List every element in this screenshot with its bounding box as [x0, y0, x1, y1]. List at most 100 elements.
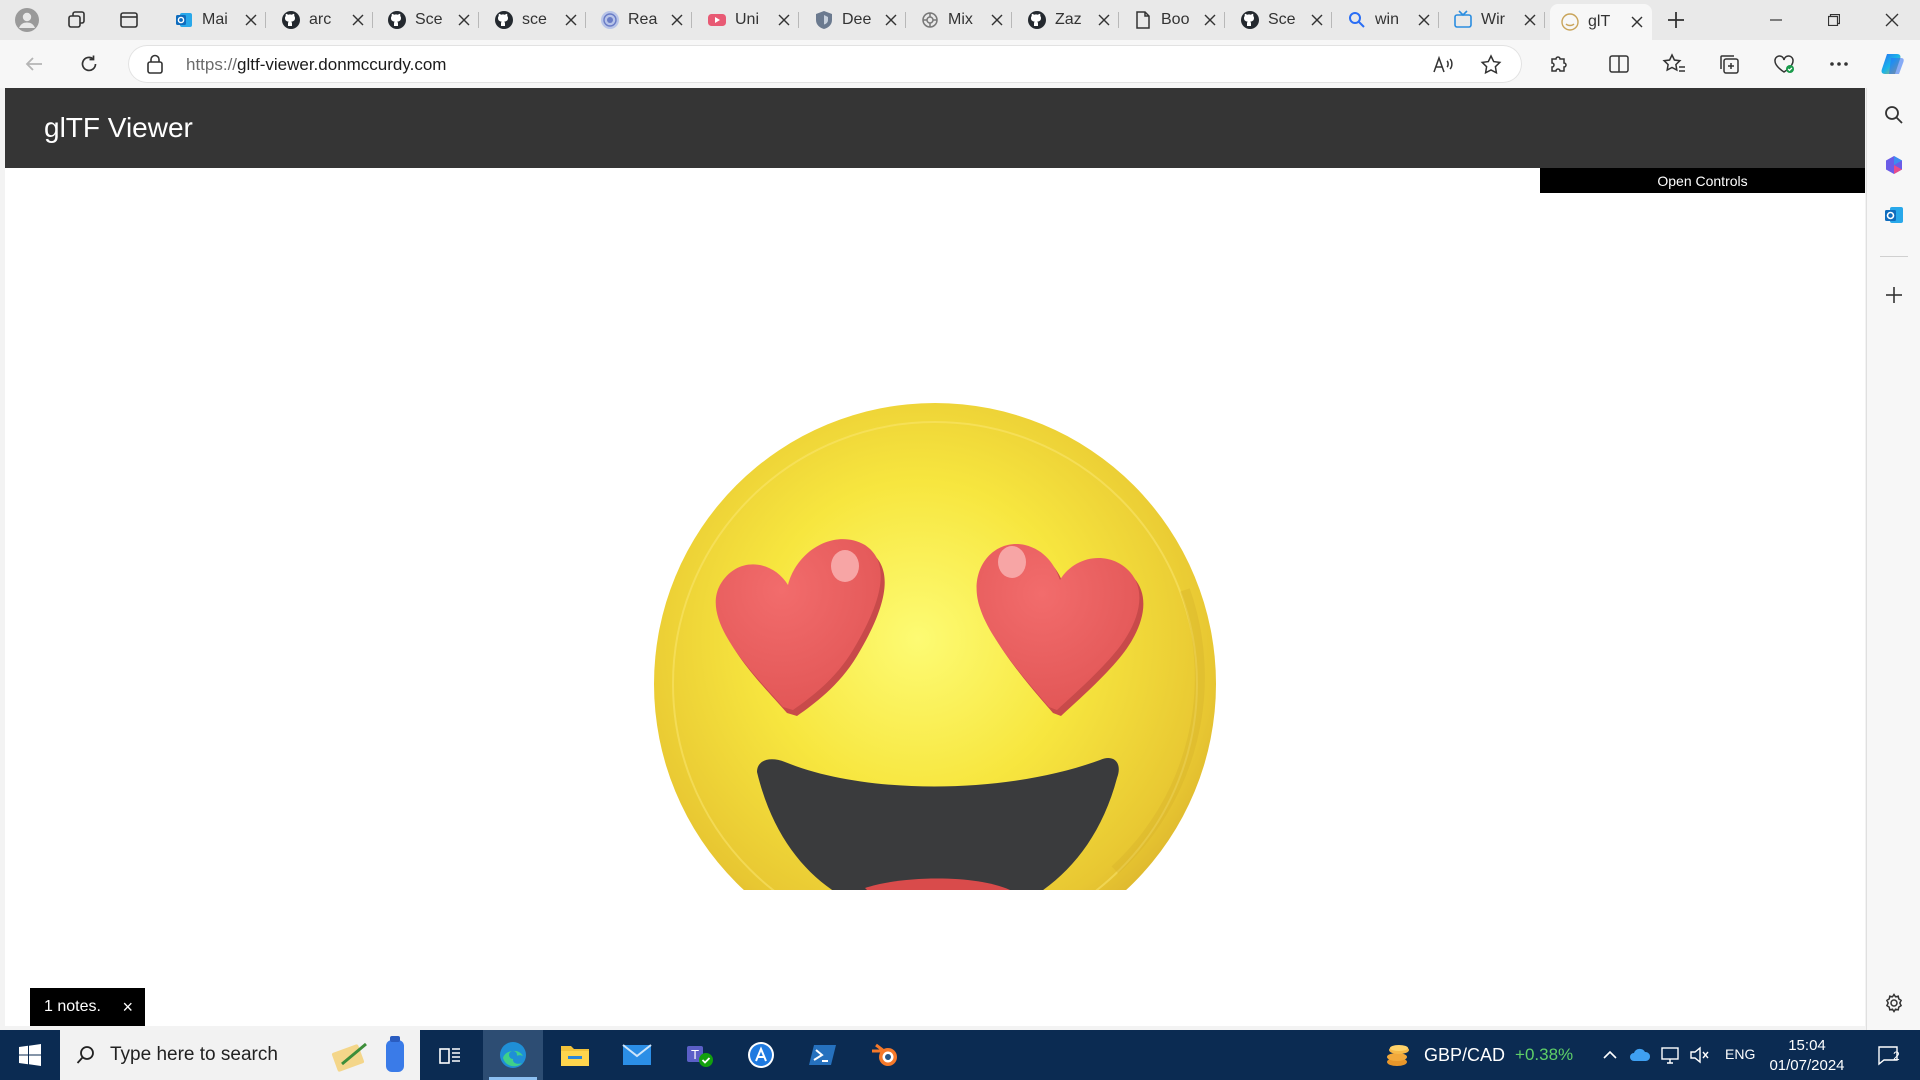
- browser-tab[interactable]: win: [1337, 4, 1439, 36]
- svg-text:T: T: [690, 1048, 699, 1062]
- tab-close-button[interactable]: [775, 11, 793, 29]
- taskbar-blender[interactable]: [855, 1030, 915, 1080]
- tab-title: Sce: [415, 11, 443, 28]
- sidebar-outlook-button[interactable]: [1879, 200, 1909, 230]
- tab-close-button[interactable]: [242, 11, 260, 29]
- tab-close-button[interactable]: [1521, 11, 1539, 29]
- edge-icon: [500, 1042, 526, 1068]
- tab-actions-button[interactable]: [111, 4, 147, 36]
- tab-title: Zaz: [1055, 11, 1082, 28]
- browser-tab[interactable]: sce: [484, 4, 586, 36]
- taskbar-edge[interactable]: [483, 1030, 543, 1080]
- settings-and-more-button[interactable]: [1821, 48, 1857, 80]
- powershell-icon: [809, 1045, 836, 1065]
- url-scheme: https://: [186, 55, 238, 74]
- open-controls-button[interactable]: Open Controls: [1540, 168, 1865, 193]
- task-view-button[interactable]: [420, 1030, 480, 1080]
- language-indicator[interactable]: ENG: [1725, 1046, 1755, 1062]
- browser-tab[interactable]: Sce: [1230, 4, 1332, 36]
- taskbar-mail[interactable]: [607, 1030, 667, 1080]
- onedrive-tray-icon[interactable]: [1628, 1043, 1652, 1067]
- browser-tab[interactable]: Mix: [910, 4, 1012, 36]
- browser-tab[interactable]: arc: [271, 4, 373, 36]
- profile-button[interactable]: [9, 4, 45, 36]
- close-icon: [1885, 13, 1899, 27]
- taskbar-file-explorer[interactable]: [545, 1030, 605, 1080]
- clock-date: 01/07/2024: [1769, 1057, 1845, 1074]
- search-placeholder: Type here to search: [110, 1044, 278, 1065]
- plus-icon: [1886, 287, 1902, 303]
- url-text[interactable]: https://gltf-viewer.donmccurdy.com: [186, 55, 446, 75]
- tab-close-button[interactable]: [668, 11, 686, 29]
- back-button[interactable]: [16, 48, 52, 80]
- coins-icon: [1387, 1045, 1409, 1066]
- browser-tab[interactable]: Boo: [1123, 4, 1225, 36]
- close-icon: [1524, 14, 1536, 26]
- notification-center-button[interactable]: 2: [1868, 1043, 1908, 1067]
- sidebar-add-button[interactable]: [1879, 280, 1909, 310]
- close-icon: [1204, 14, 1216, 26]
- start-button[interactable]: [0, 1030, 60, 1080]
- browser-tab[interactable]: glT: [1550, 4, 1652, 40]
- split-screen-button[interactable]: [1601, 48, 1637, 80]
- taskbar-app-store[interactable]: [731, 1030, 791, 1080]
- browser-tab[interactable]: Zaz: [1017, 4, 1119, 36]
- minimize-icon: [1770, 19, 1782, 21]
- close-window-button[interactable]: [1863, 0, 1920, 40]
- sidebar-settings-button[interactable]: [1879, 988, 1909, 1018]
- tab-close-button[interactable]: [1628, 13, 1646, 31]
- tab-close-button[interactable]: [349, 11, 367, 29]
- browser-essentials-button[interactable]: [1766, 48, 1802, 80]
- stock-ticker[interactable]: GBP/CAD +0.38%: [1384, 1030, 1573, 1080]
- network-tray-icon[interactable]: [1658, 1043, 1682, 1067]
- search-icon: [76, 1046, 94, 1064]
- tab-close-button[interactable]: [988, 11, 1006, 29]
- taskbar-teams[interactable]: T: [669, 1030, 729, 1080]
- read-aloud-button[interactable]: [1430, 52, 1456, 78]
- new-tab-button[interactable]: [1658, 4, 1694, 36]
- refresh-button[interactable]: [71, 48, 107, 80]
- tab-title: Sce: [1268, 11, 1296, 28]
- tab-close-button[interactable]: [1308, 11, 1326, 29]
- microsoft-365-icon: [1886, 156, 1902, 174]
- emoji-3d-model[interactable]: [645, 310, 1225, 890]
- windows-taskbar: Type here to search T GBP/CAD +0.38% ENG…: [0, 1030, 1920, 1080]
- sidebar-copilot-app-button[interactable]: [1879, 150, 1909, 180]
- clock[interactable]: 15:04 01/07/2024: [1752, 1036, 1862, 1076]
- minimize-button[interactable]: [1747, 0, 1805, 40]
- browser-tab[interactable]: Uni: [697, 4, 799, 36]
- tab-close-button[interactable]: [1201, 11, 1219, 29]
- outlook-icon: [174, 10, 194, 30]
- browser-tab[interactable]: Sce: [377, 4, 479, 36]
- browser-tab[interactable]: Mai: [164, 4, 266, 36]
- tab-close-button[interactable]: [882, 11, 900, 29]
- notes-close-button[interactable]: ×: [122, 997, 133, 1017]
- address-bar[interactable]: https://gltf-viewer.donmccurdy.com: [128, 45, 1522, 83]
- task-view-icon: [439, 1048, 460, 1064]
- clock-time: 15:04: [1788, 1037, 1826, 1054]
- collections-button[interactable]: [1711, 48, 1747, 80]
- browser-tab[interactable]: Rea: [590, 4, 692, 36]
- tab-close-button[interactable]: [562, 11, 580, 29]
- workspaces-button[interactable]: [59, 4, 95, 36]
- tab-close-button[interactable]: [1095, 11, 1113, 29]
- extensions-button[interactable]: [1541, 48, 1577, 80]
- copilot-button[interactable]: [1875, 48, 1911, 80]
- volume-tray-icon[interactable]: [1687, 1043, 1711, 1067]
- favorites-icon: [1662, 53, 1685, 72]
- show-hidden-icons-button[interactable]: [1598, 1043, 1622, 1067]
- browser-tab[interactable]: Wir: [1443, 4, 1545, 36]
- favorite-star-button[interactable]: [1478, 52, 1504, 78]
- browser-tab[interactable]: Dee: [804, 4, 906, 36]
- sidebar-search-button[interactable]: [1879, 100, 1909, 130]
- restore-button[interactable]: [1805, 0, 1863, 40]
- tv-icon: [1453, 10, 1473, 30]
- favorites-button[interactable]: [1656, 48, 1692, 80]
- refresh-icon: [81, 55, 97, 72]
- close-icon: [1418, 14, 1430, 26]
- tab-close-button[interactable]: [1415, 11, 1433, 29]
- lock-icon[interactable]: [146, 54, 164, 74]
- tab-close-button[interactable]: [455, 11, 473, 29]
- taskbar-powershell[interactable]: [793, 1030, 853, 1080]
- taskbar-search[interactable]: Type here to search: [60, 1030, 420, 1080]
